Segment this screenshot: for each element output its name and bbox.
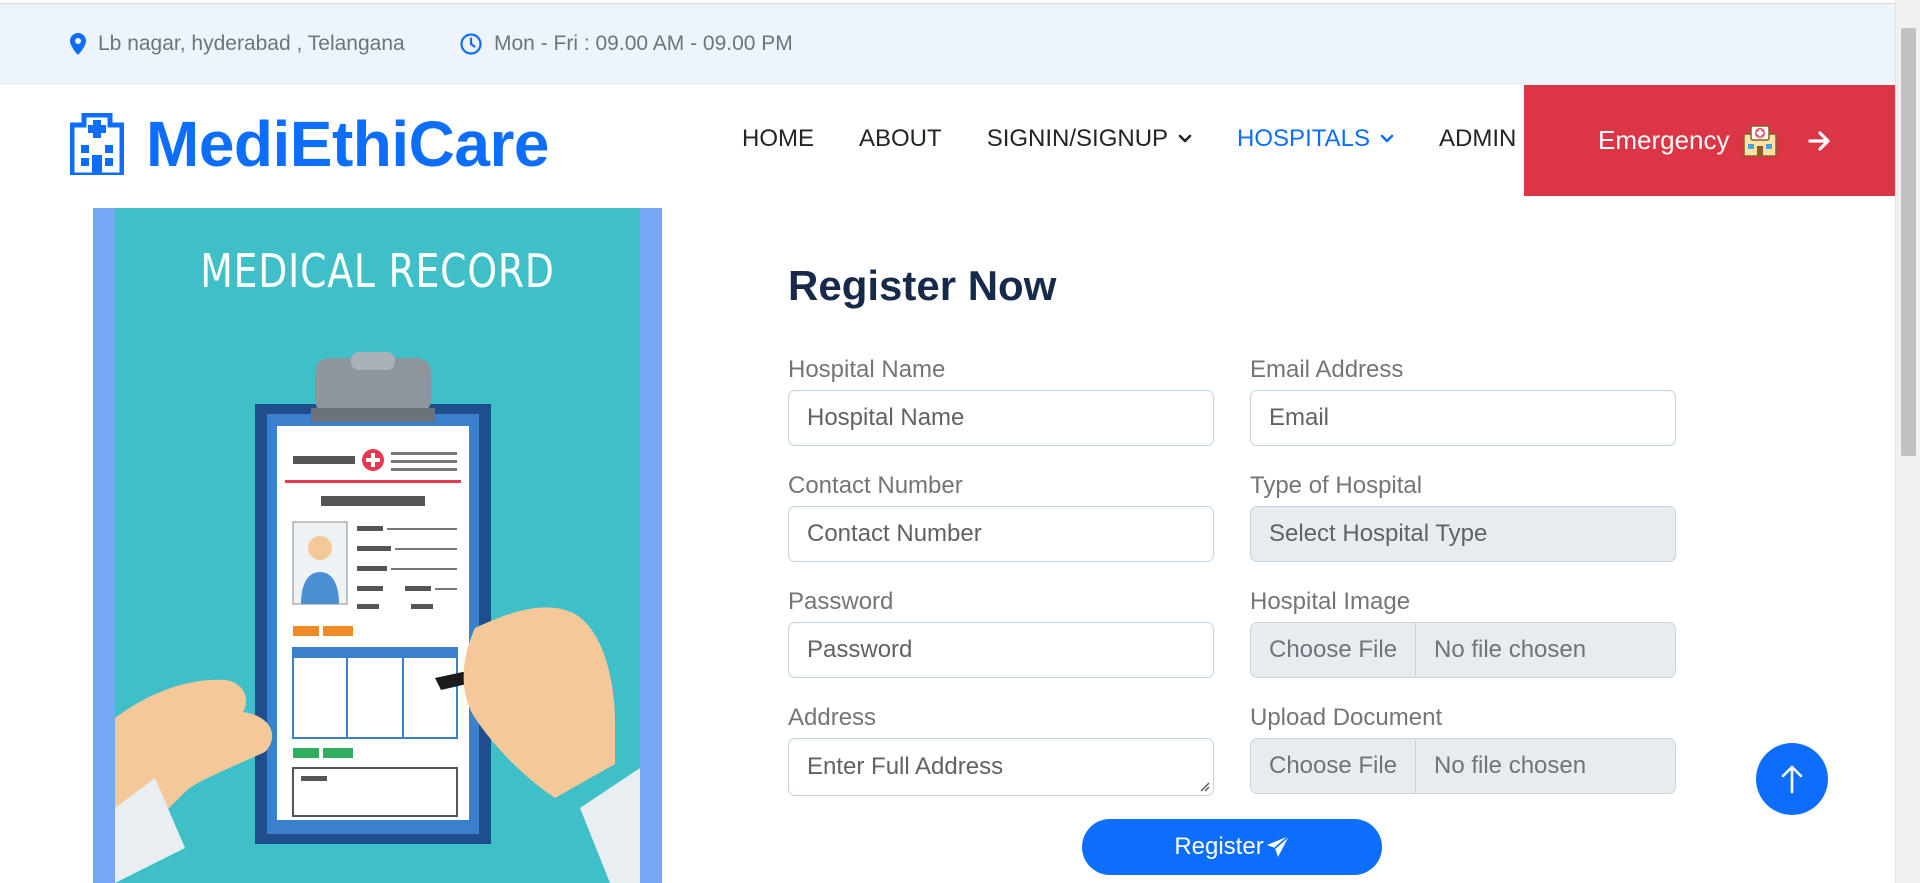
contact-number-label: Contact Number [788, 472, 963, 499]
page-scrollbar[interactable] [1895, 0, 1920, 883]
nav-about-label: ABOUT [859, 125, 942, 152]
hospital-type-group: Type of Hospital Select Hospital Type [1250, 472, 1676, 562]
hospital-type-selected: Select Hospital Type [1269, 520, 1488, 547]
nav-hospitals-label: HOSPITALS [1237, 125, 1370, 152]
nav-about[interactable]: ABOUT [859, 125, 942, 153]
register-button[interactable]: Register [1082, 819, 1382, 875]
upload-document-status: No file chosen [1434, 752, 1587, 779]
hours-info: Mon - Fri : 09.00 AM - 09.00 PM [460, 32, 793, 56]
hospital-image-label: Hospital Image [1250, 588, 1411, 615]
form-title: Register Now [788, 262, 1057, 309]
password-label: Password [788, 588, 894, 615]
paper-plane-icon [1266, 835, 1290, 857]
upload-document-file-input[interactable]: Choose File No file chosen [1250, 738, 1676, 794]
chevron-down-icon [1380, 134, 1394, 143]
register-button-label: Register [1174, 833, 1264, 860]
location-text: Lb nagar, hyderabad , Telangana [98, 32, 405, 55]
address-placeholder: Enter Full Address [807, 753, 1004, 780]
main-navbar: MediEthiCare HOME ABOUT SIGNIN/SIGNUP HO… [0, 85, 1895, 196]
address-label: Address [788, 704, 877, 731]
address-textarea[interactable]: Enter Full Address [788, 738, 1214, 796]
password-input[interactable]: Password [788, 622, 1214, 678]
hospital-image-group: Hospital Image Choose File No file chose… [1250, 588, 1676, 678]
chevron-down-icon [1178, 134, 1192, 143]
email-group: Email Address Email [1250, 356, 1676, 446]
map-pin-icon [70, 33, 86, 55]
hospital-image-choose-button[interactable]: Choose File [1251, 623, 1416, 677]
hospital-image-status: No file chosen [1434, 636, 1587, 663]
hospital-building-icon [70, 113, 124, 175]
hours-text: Mon - Fri : 09.00 AM - 09.00 PM [494, 32, 793, 55]
upload-document-group: Upload Document Choose File No file chos… [1250, 704, 1676, 794]
hospital-name-group: Hospital Name Hospital Name [788, 356, 1214, 446]
password-group: Password Password [788, 588, 1214, 678]
nav-signin-dropdown[interactable]: SIGNIN/SIGNUP [987, 125, 1192, 153]
nav-hospitals-dropdown[interactable]: HOSPITALS [1237, 125, 1394, 153]
email-placeholder: Email [1269, 404, 1330, 431]
address-group: Address Enter Full Address [788, 704, 1214, 796]
arrow-up-icon [1781, 765, 1803, 794]
nav-menu: HOME ABOUT SIGNIN/SIGNUP HOSPITALS ADMIN [742, 125, 1561, 153]
hospital-type-label: Type of Hospital [1250, 472, 1423, 499]
medical-record-illustration: MEDICAL RECORD [93, 208, 662, 883]
email-label: Email Address [1250, 356, 1404, 383]
emergency-button[interactable]: Emergency [1524, 85, 1895, 196]
hospital-name-label: Hospital Name [788, 356, 946, 383]
resize-handle-icon[interactable] [1198, 780, 1210, 792]
nav-signin-label: SIGNIN/SIGNUP [986, 125, 1169, 152]
hospital-emoji-icon [1742, 124, 1777, 157]
illustration-panel: MEDICAL RECORD [115, 208, 640, 883]
nav-home-label: HOME [742, 125, 814, 152]
password-placeholder: Password [807, 636, 913, 663]
hospital-name-placeholder: Hospital Name [807, 404, 965, 431]
contact-number-input[interactable]: Contact Number [788, 506, 1214, 562]
upload-document-label: Upload Document [1250, 704, 1443, 731]
contact-number-group: Contact Number Contact Number [788, 472, 1214, 562]
emergency-label: Emergency [1598, 125, 1730, 155]
register-form: Register Now [788, 262, 1688, 310]
brand-name: MediEthiCare [146, 108, 549, 180]
nav-admin[interactable]: ADMIN [1439, 125, 1516, 153]
location-info: Lb nagar, hyderabad , Telangana [70, 32, 405, 56]
nav-admin-label: ADMIN [1438, 125, 1517, 152]
clock-icon [460, 33, 482, 55]
arrow-right-icon [1807, 130, 1830, 151]
back-to-top-button[interactable] [1756, 743, 1828, 815]
nav-home[interactable]: HOME [742, 125, 814, 153]
email-input[interactable]: Email [1250, 390, 1676, 446]
hospital-name-input[interactable]: Hospital Name [788, 390, 1214, 446]
clipboard-illustration [115, 352, 640, 883]
brand-link[interactable]: MediEthiCare [70, 107, 549, 181]
contact-number-placeholder: Contact Number [807, 520, 982, 547]
scrollbar-thumb[interactable] [1901, 28, 1916, 456]
hospital-type-select[interactable]: Select Hospital Type [1250, 506, 1676, 562]
top-info-bar: Lb nagar, hyderabad , Telangana Mon - Fr… [0, 3, 1895, 85]
hospital-image-file-input[interactable]: Choose File No file chosen [1250, 622, 1676, 678]
upload-document-choose-button[interactable]: Choose File [1251, 739, 1416, 793]
